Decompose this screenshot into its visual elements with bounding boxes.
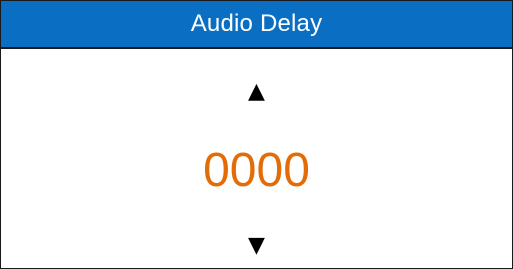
triangle-down-icon: ▼: [248, 233, 265, 258]
panel-header: Audio Delay: [1, 1, 512, 49]
triangle-up-icon: ▲: [248, 79, 265, 104]
audio-delay-panel: Audio Delay ▲ 0000 ▼: [0, 0, 513, 269]
increment-button[interactable]: ▲: [1, 81, 512, 103]
panel-title: Audio Delay: [190, 10, 323, 37]
decrement-button[interactable]: ▼: [1, 235, 512, 257]
audio-delay-value: 0000: [203, 144, 310, 197]
